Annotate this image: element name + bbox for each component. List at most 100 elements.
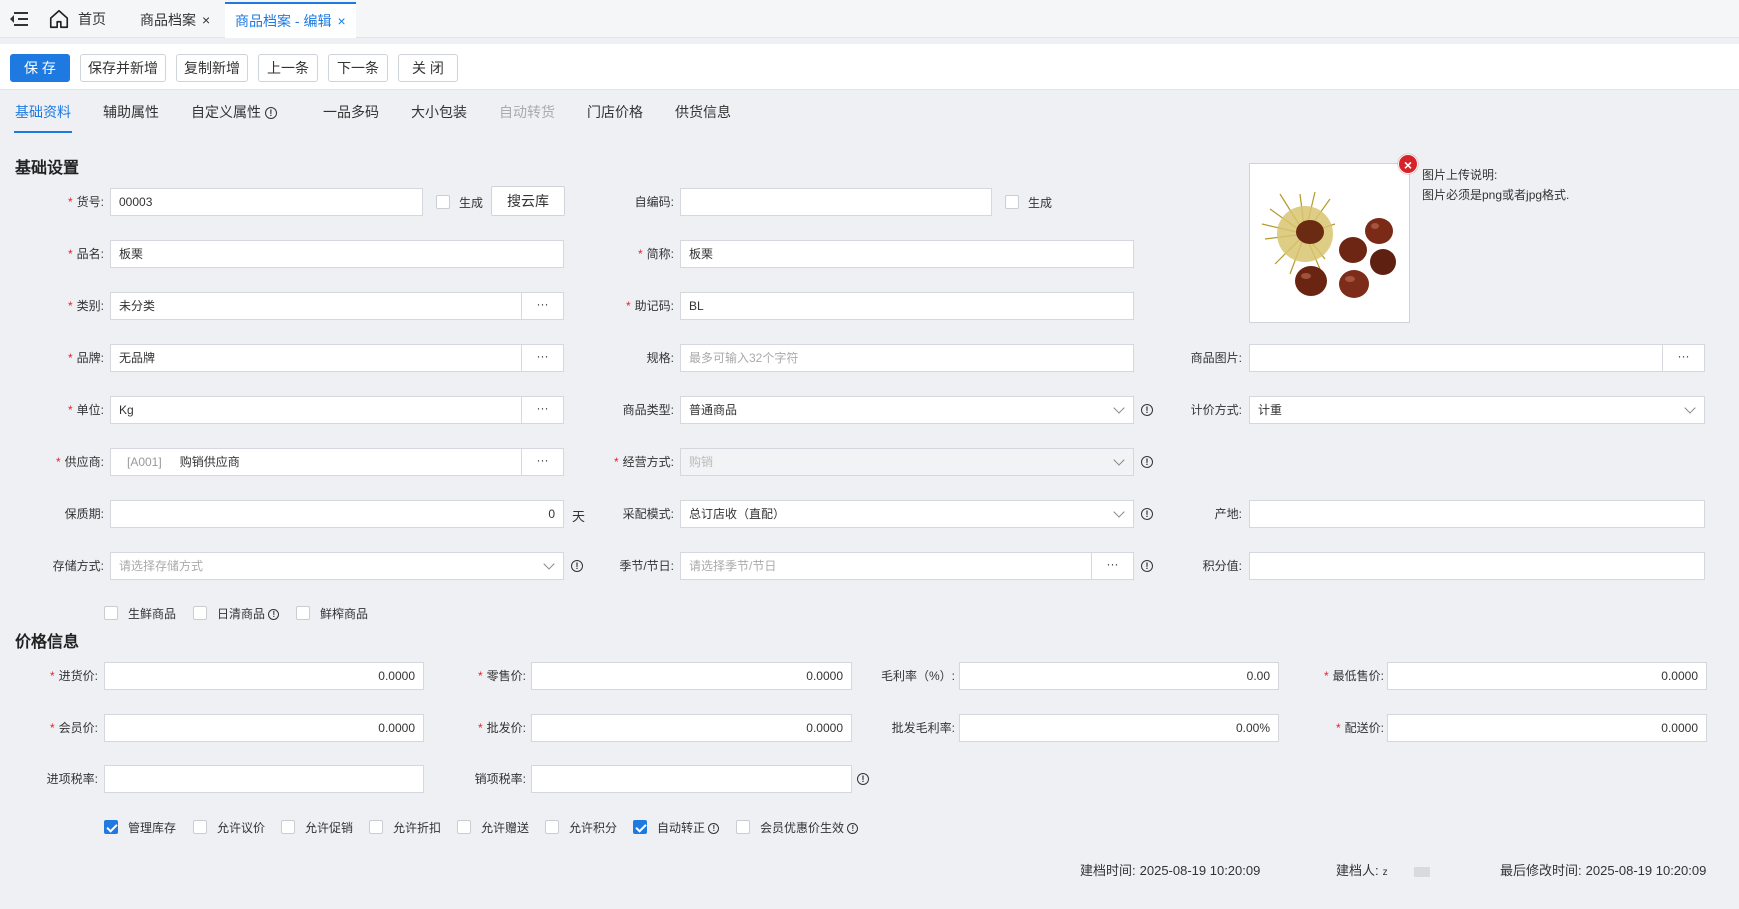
origin-input[interactable] xyxy=(1249,500,1705,528)
fresh-product-checkbox[interactable] xyxy=(104,606,118,620)
label-shelf-life: 保质期: xyxy=(64,507,104,521)
mnemonic-input[interactable]: BL xyxy=(680,292,1134,320)
tab-store-price[interactable]: 门店价格 xyxy=(587,102,643,122)
category-input[interactable]: 未分类 ··· xyxy=(110,292,564,320)
info-icon[interactable]: ! xyxy=(857,773,869,785)
tab-custom-attrs[interactable]: 自定义属性 ! xyxy=(191,102,277,122)
unit-picker-button[interactable]: ··· xyxy=(521,397,563,423)
tab-product-edit[interactable]: 商品档案 - 编辑 × xyxy=(225,2,356,38)
tab-aux-attrs[interactable]: 辅助属性 xyxy=(103,102,159,122)
menu-toggle-icon[interactable] xyxy=(10,10,30,28)
spec-input[interactable]: 最多可输入32个字符 xyxy=(680,344,1134,372)
tab-home-label: 首页 xyxy=(78,11,106,27)
created-time: 建档时间: 2025-08-19 10:20:09 xyxy=(1080,863,1261,878)
save-and-new-button[interactable]: 保存并新增 xyxy=(80,54,166,82)
close-icon[interactable]: × xyxy=(337,13,345,29)
label-business-mode: * 经营方式: xyxy=(613,455,674,469)
label-product-type: 商品类型: xyxy=(622,403,674,417)
copy-new-button[interactable]: 复制新增 xyxy=(176,54,248,82)
option-label: 允许议价 xyxy=(217,821,266,835)
output-tax-input[interactable] xyxy=(531,765,852,793)
points-input[interactable] xyxy=(1249,552,1705,580)
product-image-input[interactable]: ··· xyxy=(1249,344,1705,372)
allow-discount-checkbox[interactable] xyxy=(369,820,383,834)
fresh-squeezed-label: 鲜榨商品 xyxy=(320,607,369,621)
product-image-preview xyxy=(1249,163,1410,323)
info-icon: ! xyxy=(264,107,277,120)
self-code-input[interactable] xyxy=(680,188,992,216)
name-input[interactable]: 板栗 xyxy=(110,240,564,268)
close-icon[interactable]: × xyxy=(202,12,210,28)
chevron-down-icon xyxy=(1113,506,1125,518)
label-input-tax: 进项税率: xyxy=(46,772,98,786)
item-no-input[interactable]: 00003 xyxy=(110,188,423,216)
generate-self-code-checkbox[interactable] xyxy=(1005,195,1019,209)
info-icon[interactable]: ! xyxy=(1141,508,1153,520)
label-brand: * 品牌: xyxy=(67,351,104,365)
label-min-price: * 最低售价: xyxy=(1323,669,1384,683)
info-icon[interactable]: ! xyxy=(1141,560,1153,572)
close-button[interactable]: 关 闭 xyxy=(398,54,458,82)
active-tab-indicator xyxy=(14,131,72,133)
purchase-price-input[interactable]: 0.0000 xyxy=(104,662,424,690)
shelf-life-input[interactable]: 0 xyxy=(110,500,564,528)
label-retail-price: * 零售价: xyxy=(477,669,526,683)
info-icon: ! xyxy=(708,823,720,835)
allow-points-checkbox[interactable] xyxy=(545,820,559,834)
brand-picker-button[interactable]: ··· xyxy=(521,345,563,371)
home-icon xyxy=(49,9,69,29)
fresh-squeezed-checkbox[interactable] xyxy=(296,606,310,620)
storage-select[interactable]: 请选择存储方式 xyxy=(110,552,564,580)
shelf-life-unit: 天 xyxy=(572,509,586,524)
wholesale-margin-input[interactable]: 0.00% xyxy=(959,714,1279,742)
supplier-input[interactable]: [A001] 购销供应商 ··· xyxy=(110,448,564,476)
modified-time: 最后修改时间: 2025-08-19 10:20:09 xyxy=(1500,863,1707,878)
pricing-method-select[interactable]: 计重 xyxy=(1249,396,1705,424)
retail-price-input[interactable]: 0.0000 xyxy=(531,662,852,690)
allow-promotion-checkbox[interactable] xyxy=(281,820,295,834)
member-price-input[interactable]: 0.0000 xyxy=(104,714,424,742)
next-button[interactable]: 下一条 xyxy=(328,54,388,82)
member-discount-checkbox[interactable] xyxy=(736,820,750,834)
season-input[interactable]: 请选择季节/节日 ··· xyxy=(680,552,1134,580)
chevron-down-icon xyxy=(1113,454,1125,466)
tab-bar: 首页 商品档案 × 商品档案 - 编辑 × xyxy=(0,0,1739,38)
label-supplier: * 供应商: xyxy=(55,455,104,469)
tab-home[interactable]: 首页 xyxy=(48,6,106,32)
delivery-price-input[interactable]: 0.0000 xyxy=(1387,714,1707,742)
save-button[interactable]: 保 存 xyxy=(10,54,70,82)
info-icon[interactable]: ! xyxy=(1141,404,1153,416)
image-picker-button[interactable]: ··· xyxy=(1662,345,1704,371)
generate-item-no-checkbox[interactable] xyxy=(436,195,450,209)
delete-image-icon[interactable]: × xyxy=(1398,154,1418,174)
purchase-mode-select[interactable]: 总订店收（直配） xyxy=(680,500,1134,528)
search-cloud-button[interactable]: 搜云库 xyxy=(491,186,565,216)
info-icon[interactable]: ! xyxy=(571,560,583,572)
tab-basic-info[interactable]: 基础资料 xyxy=(15,102,71,122)
label-spec: 规格: xyxy=(646,351,674,365)
min-price-input[interactable]: 0.0000 xyxy=(1387,662,1707,690)
tab-packaging[interactable]: 大小包装 xyxy=(411,102,467,122)
prev-button[interactable]: 上一条 xyxy=(258,54,318,82)
unit-input[interactable]: Kg ··· xyxy=(110,396,564,424)
wholesale-price-input[interactable]: 0.0000 xyxy=(531,714,852,742)
margin-input[interactable]: 0.00 xyxy=(959,662,1279,690)
tab-multi-code[interactable]: 一品多码 xyxy=(323,102,379,122)
auto-confirm-checkbox[interactable] xyxy=(633,820,647,834)
label-unit: * 单位: xyxy=(67,403,104,417)
short-name-input[interactable]: 板栗 xyxy=(680,240,1134,268)
label-points: 积分值: xyxy=(1202,559,1242,573)
season-picker-button[interactable]: ··· xyxy=(1091,553,1133,579)
manage-stock-checkbox[interactable] xyxy=(104,820,118,834)
allow-bargain-checkbox[interactable] xyxy=(193,820,207,834)
product-type-select[interactable]: 普通商品 xyxy=(680,396,1134,424)
daily-clear-checkbox[interactable] xyxy=(193,606,207,620)
tab-supply-info[interactable]: 供货信息 xyxy=(675,102,731,122)
category-picker-button[interactable]: ··· xyxy=(521,293,563,319)
info-icon[interactable]: ! xyxy=(1141,456,1153,468)
input-tax-input[interactable] xyxy=(104,765,424,793)
tab-product-archive[interactable]: 商品档案 × xyxy=(130,2,220,38)
allow-gift-checkbox[interactable] xyxy=(457,820,471,834)
brand-input[interactable]: 无品牌 ··· xyxy=(110,344,564,372)
supplier-picker-button[interactable]: ··· xyxy=(521,449,563,475)
